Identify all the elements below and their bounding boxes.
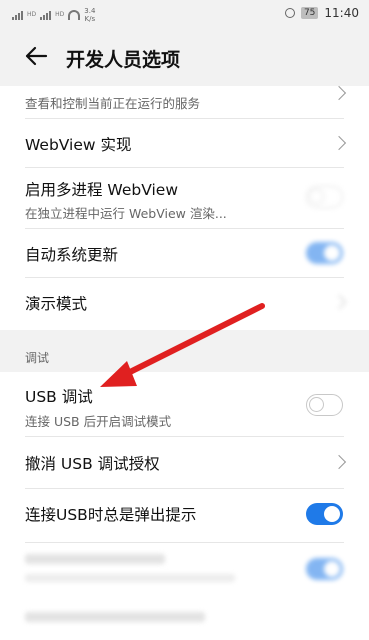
alarm-icon [284,8,295,18]
section-header-debug: 调试 [25,351,50,365]
chevron-right-icon [331,135,347,151]
running-services-subtitle: 查看和控制当前正在运行的服务 [25,96,201,111]
auto-update-toggle[interactable] [306,242,343,264]
demo-mode-title: 演示模式 [25,295,88,313]
usb-debug-row[interactable]: USB 调试 连接 USB 后开启调试模式 [0,372,369,434]
clock: 11:40 [324,6,359,20]
multiprocess-subtitle: 在独立进程中运行 WebView 渲染... [25,206,227,221]
chevron-right-icon [331,85,347,101]
page-title: 开发人员选项 [66,49,181,71]
settings-card-debug: USB 调试 连接 USB 后开启调试模式 撤消 USB 调试授权 连接USB时… [0,372,369,640]
divider [25,542,344,543]
status-bar: HD HD 3.4 K/s 75 11:40 [0,0,369,30]
chevron-right-icon [331,294,347,310]
signal-icon [12,10,23,20]
network-tag: HD [27,11,37,18]
usb-debug-toggle[interactable] [306,394,343,416]
usb-prompt-title: 连接USB时总是弹出提示 [25,506,197,524]
auto-update-row[interactable]: 自动系统更新 [0,229,369,277]
webview-row[interactable]: WebView 实现 [0,119,369,167]
app-bar: 开发人员选项 [0,30,369,86]
status-left: HD HD 3.4 K/s [12,7,95,23]
multiprocess-webview-row[interactable]: 启用多进程 WebView 在独立进程中运行 WebView 渲染... [0,168,369,226]
blurred-title-bar [25,612,205,622]
speed-unit: K/s [84,15,96,23]
signal-icon-2 [40,10,52,20]
webview-title: WebView 实现 [25,136,132,154]
settings-card-top: 查看和控制当前正在运行的服务 WebView 实现 启用多进程 WebView … [0,85,369,330]
running-services-row[interactable]: 查看和控制当前正在运行的服务 [0,85,369,114]
battery-icon: 75 [300,7,319,19]
speed-value: 3.4 [84,7,96,15]
auto-update-title: 自动系统更新 [25,246,119,264]
demo-mode-row[interactable]: 演示模式 [0,278,369,328]
blurred-row [0,544,369,594]
blurred-row [0,598,369,640]
network-speed: 3.4 K/s [84,7,95,23]
usb-prompt-toggle[interactable] [306,503,343,525]
revoke-usb-title: 撤消 USB 调试授权 [25,455,160,473]
blurred-subtitle-bar [25,574,235,582]
multiprocess-toggle[interactable] [306,186,343,208]
usb-debug-subtitle: 连接 USB 后开启调试模式 [25,414,172,429]
usb-prompt-row[interactable]: 连接USB时总是弹出提示 [0,489,369,541]
blurred-toggle [306,558,343,580]
multiprocess-title: 启用多进程 WebView [25,181,179,199]
revoke-usb-row[interactable]: 撤消 USB 调试授权 [0,437,369,487]
network-tag-2: HD [55,11,65,18]
back-arrow-icon[interactable] [22,42,50,70]
blurred-title-bar [25,554,165,564]
usb-debug-title: USB 调试 [25,388,93,406]
wifi-icon [68,10,81,20]
chevron-right-icon [331,454,347,470]
status-right: 75 11:40 [284,6,359,20]
